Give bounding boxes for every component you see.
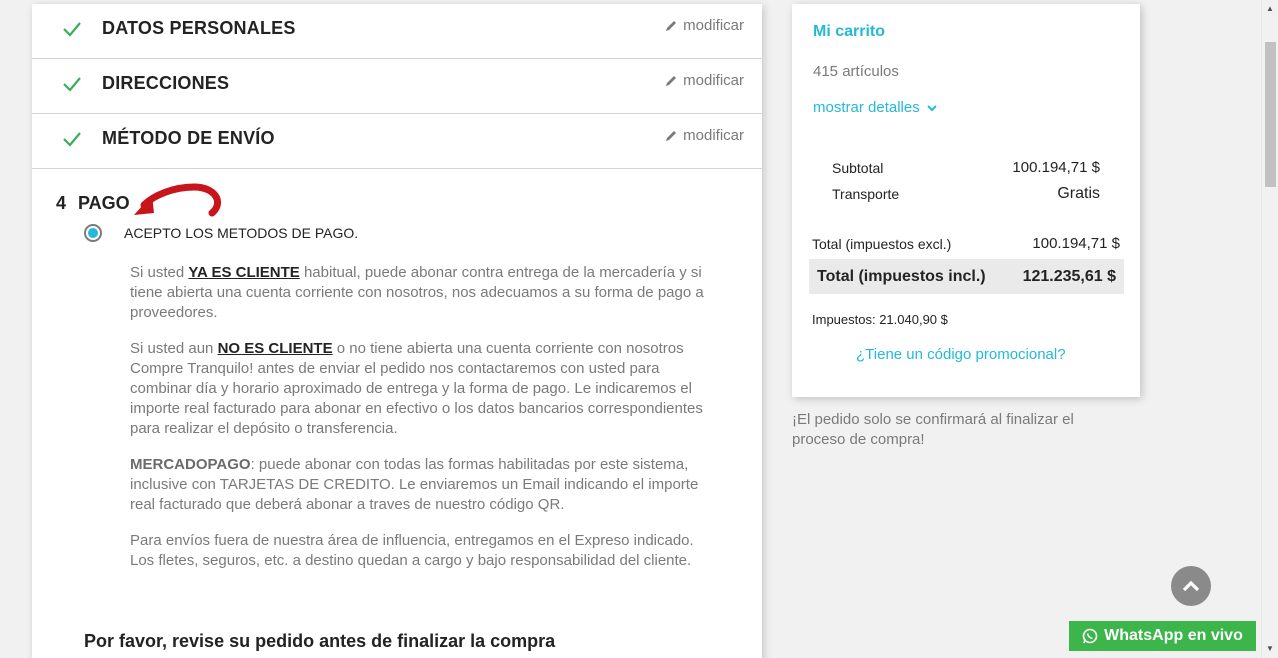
info-paragraph: Si usted YA ES CLIENTE habitual, puede a… bbox=[130, 264, 704, 321]
cart-count: 415 artículos bbox=[813, 63, 899, 80]
chevron-down-icon bbox=[927, 104, 937, 111]
chevron-up-icon bbox=[1182, 580, 1200, 592]
shipping-value: Gratis bbox=[1057, 185, 1100, 202]
subtotal-label: Subtotal bbox=[832, 160, 884, 176]
whatsapp-label: WhatsApp en vivo bbox=[1104, 627, 1243, 644]
whatsapp-button[interactable]: WhatsApp en vivo bbox=[1069, 621, 1256, 651]
cart-title: Mi carrito bbox=[813, 23, 886, 40]
check-icon bbox=[63, 77, 81, 92]
edit-label: modificar bbox=[683, 72, 744, 89]
info-paragraph: Si usted aun NO ES CLIENTE o no tiene ab… bbox=[130, 340, 703, 437]
pencil-icon bbox=[666, 130, 677, 141]
checkout-steps: DATOS PERSONALES modificar DIRECCIONES m… bbox=[32, 4, 762, 658]
total-incl-row: Total (impuestos incl.) 121.235,61 $ bbox=[809, 259, 1124, 294]
check-icon bbox=[63, 22, 81, 37]
promo-code-link[interactable]: ¿Tiene un código promocional? bbox=[856, 346, 1066, 363]
show-details-link[interactable]: mostrar detalles bbox=[813, 99, 938, 116]
step-title: DATOS PERSONALES bbox=[102, 18, 296, 38]
show-details-label: mostrar detalles bbox=[813, 99, 920, 116]
step-shipping-method: MÉTODO DE ENVÍO modificar bbox=[32, 114, 762, 169]
edit-link[interactable]: modificar bbox=[664, 72, 744, 89]
total-excl-label: Total (impuestos excl.) bbox=[812, 236, 952, 252]
total-excl-value: 100.194,71 $ bbox=[1032, 235, 1120, 252]
whatsapp-icon bbox=[1082, 628, 1098, 644]
subtotal-value: 100.194,71 $ bbox=[1012, 159, 1100, 176]
scroll-down-arrow-icon[interactable]: ▼ bbox=[1266, 644, 1274, 653]
payment-title: 4 PAGO bbox=[56, 193, 130, 214]
step-number: 4 bbox=[56, 193, 67, 213]
edit-link[interactable]: modificar bbox=[664, 127, 744, 144]
edit-link[interactable]: modificar bbox=[664, 17, 744, 34]
edit-label: modificar bbox=[683, 127, 744, 144]
order-notice: ¡El pedido solo se confirmará al finaliz… bbox=[792, 411, 1074, 448]
review-heading: Por favor, revise su pedido antes de fin… bbox=[84, 631, 556, 651]
step-title: PAGO bbox=[78, 193, 130, 213]
scroll-up-arrow-icon[interactable]: ▲ bbox=[1266, 4, 1274, 13]
pencil-icon bbox=[666, 75, 677, 86]
check-icon bbox=[63, 132, 81, 147]
payment-option-label[interactable]: ACEPTO LOS METODOS DE PAGO. bbox=[124, 225, 358, 241]
page-scrollbar[interactable]: ▲ ▼ bbox=[1261, 0, 1278, 658]
payment-option-radio[interactable] bbox=[84, 224, 102, 242]
total-incl-label: Total (impuestos incl.) bbox=[817, 268, 986, 285]
edit-label: modificar bbox=[683, 17, 744, 34]
scroll-to-top-button[interactable] bbox=[1171, 566, 1211, 606]
step-title: DIRECCIONES bbox=[102, 73, 230, 93]
scrollbar-thumb[interactable] bbox=[1265, 42, 1276, 187]
pencil-icon bbox=[666, 20, 677, 31]
step-title: MÉTODO DE ENVÍO bbox=[102, 128, 275, 148]
payment-info: Si usted YA ES CLIENTE habitual, puede a… bbox=[130, 263, 720, 587]
red-arrow-icon bbox=[134, 183, 221, 217]
info-paragraph: MERCADOPAGO: puede abonar con todas las … bbox=[130, 456, 699, 513]
shipping-label: Transporte bbox=[832, 186, 900, 202]
step-addresses: DIRECCIONES modificar bbox=[32, 59, 762, 114]
cart-summary: Mi carrito 415 artículos mostrar detalle… bbox=[792, 4, 1140, 397]
total-incl-value: 121.235,61 $ bbox=[1022, 268, 1116, 285]
step-personal-data: DATOS PERSONALES modificar bbox=[32, 4, 762, 59]
info-paragraph: Para envíos fuera de nuestra área de inf… bbox=[130, 532, 694, 569]
taxes-line: Impuestos: 21.040,90 $ bbox=[812, 312, 948, 327]
